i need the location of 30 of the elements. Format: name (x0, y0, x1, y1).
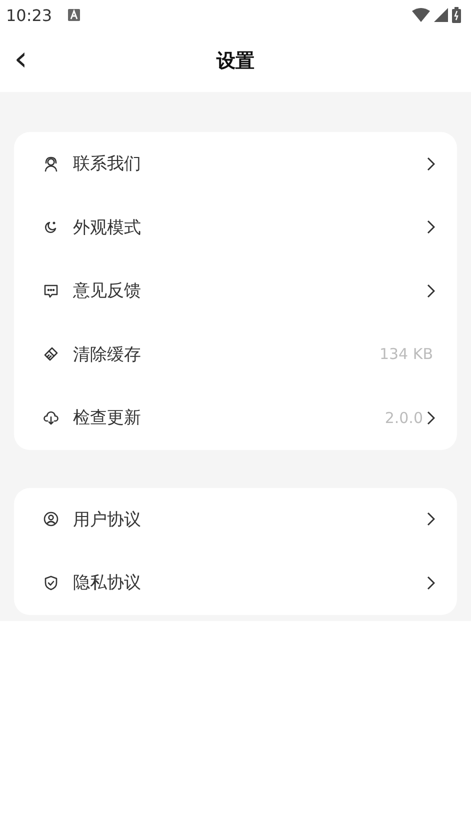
settings-row[interactable]: 意见反馈 (14, 259, 457, 322)
headset-person-icon (43, 156, 59, 172)
page-title: 设置 (216, 49, 254, 74)
settings-row[interactable]: 外观模式 (14, 196, 457, 259)
row-label: 隐私协议 (73, 572, 141, 594)
moon-icon (43, 219, 59, 236)
settings-row[interactable]: 用户协议 (14, 488, 457, 551)
row-label: 用户协议 (73, 508, 141, 531)
row-label: 清除缓存 (73, 344, 141, 366)
status-time: 10:23 (6, 6, 52, 24)
settings-row[interactable]: 检查更新 2.0.0 (14, 386, 457, 450)
settings-row[interactable]: 隐私协议 (14, 551, 457, 614)
row-value: 134 KB (379, 345, 433, 364)
settings-row[interactable]: 联系我们 (14, 132, 457, 196)
back-button[interactable]: ‹ (8, 42, 34, 76)
row-label: 检查更新 (73, 407, 141, 430)
chat-bubble-icon (43, 282, 59, 299)
row-value: 2.0.0 (384, 408, 423, 427)
user-circle-icon (43, 511, 59, 528)
broom-icon (43, 346, 59, 362)
row-label: 意见反馈 (73, 280, 141, 302)
notification-icon (68, 9, 80, 21)
row-label: 联系我们 (73, 153, 141, 176)
signal-icon (434, 8, 448, 22)
cloud-arrow-icon (43, 410, 59, 426)
shield-check-icon (43, 574, 59, 591)
battery-icon (452, 7, 461, 23)
row-label: 外观模式 (73, 216, 141, 239)
wifi-icon (412, 8, 430, 22)
settings-row[interactable]: 清除缓存 134 KB (14, 322, 457, 386)
